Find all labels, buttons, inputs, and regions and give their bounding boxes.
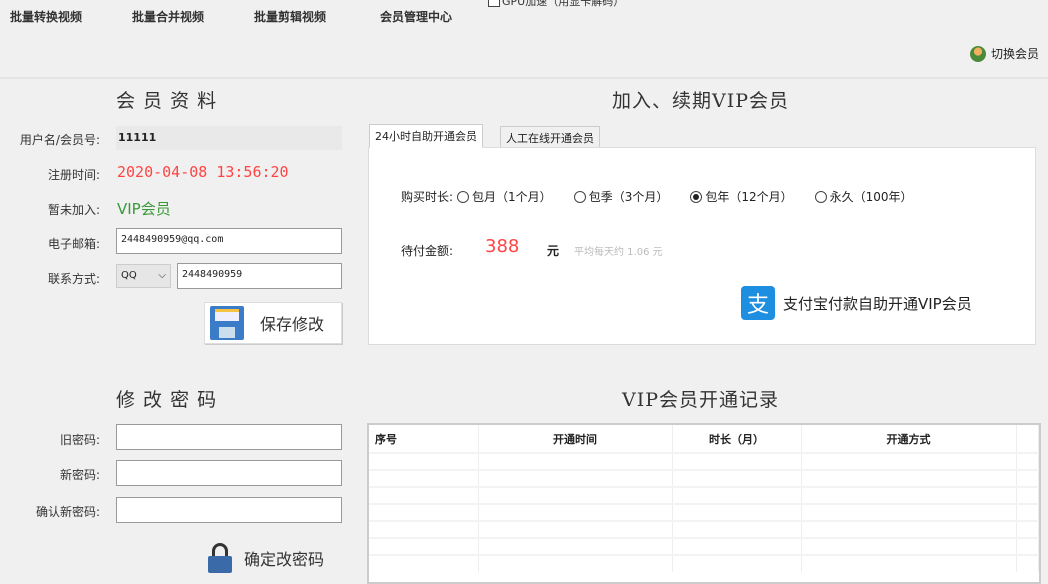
gpu-label: GPU加速（用显卡解码） [502, 0, 625, 8]
table-row [369, 503, 1039, 521]
status-label: 暂未加入: [47, 203, 100, 217]
reg-time-label: 注册时间: [47, 168, 100, 182]
new-password-label: 新密码: [59, 468, 100, 482]
option-label: 永久（100年） [829, 190, 913, 204]
option-label: 包月（1个月） [472, 190, 552, 204]
old-password-label: 旧密码: [59, 433, 100, 447]
confirm-password-input[interactable] [116, 497, 342, 523]
contact-type-select[interactable]: QQ ⌵ [116, 264, 171, 288]
profile-title: 会 员 资 料 [116, 90, 218, 112]
alipay-label: 支付宝付款自助开通VIP会员 [783, 294, 972, 313]
column-method[interactable]: 开通方式 [801, 425, 1017, 453]
daily-average: 平均每天约 1.06 元 [574, 247, 663, 258]
option-yearly[interactable]: 包年（12个月） [690, 188, 793, 205]
menu-batch-merge[interactable]: 批量合并视频 [132, 8, 204, 25]
option-label: 包年（12个月） [705, 190, 793, 204]
table-row [369, 469, 1039, 487]
amount-label: 待付金额: [401, 244, 454, 258]
column-time[interactable]: 开通时间 [478, 425, 673, 453]
gpu-checkbox[interactable]: GPU加速（用显卡解码） [488, 0, 624, 9]
table-row [369, 537, 1039, 555]
radio-icon[interactable] [457, 190, 470, 203]
table-row [369, 554, 1039, 572]
contact-label: 联系方式: [47, 272, 100, 286]
radio-icon[interactable] [573, 190, 586, 203]
amount-unit: 元 [547, 244, 560, 258]
amount-value: 388 [485, 236, 520, 257]
column-index[interactable]: 序号 [369, 425, 479, 453]
alipay-icon: 支 [741, 286, 775, 320]
checkbox-box[interactable] [488, 0, 500, 7]
chevron-down-icon: ⌵ [158, 270, 166, 281]
radio-selected-icon[interactable] [690, 190, 703, 203]
vip-title: 加入、续期VIP会员 [612, 90, 790, 112]
email-label: 电子邮箱: [47, 237, 100, 251]
save-label: 保存修改 [260, 315, 325, 334]
contact-input[interactable]: 2448490959 [177, 263, 342, 289]
table-row [369, 452, 1039, 470]
alipay-button[interactable]: 支 支付宝付款自助开通VIP会员 [741, 286, 972, 320]
tab-self-service[interactable]: 24小时自助开通会员 [369, 124, 483, 148]
lock-icon [208, 543, 232, 573]
save-button[interactable]: 保存修改 [204, 302, 342, 344]
divider [0, 77, 1048, 79]
tab-manual[interactable]: 人工在线开通会员 [500, 126, 600, 148]
contact-type-value: QQ [121, 270, 137, 281]
change-password-label: 确定改密码 [244, 550, 325, 569]
duration-options: 购买时长: 包月（1个月） 包季（3个月） 包年（12个月） 永久（100年） [401, 188, 935, 205]
option-lifetime[interactable]: 永久（100年） [814, 188, 913, 205]
password-title: 修 改 密 码 [116, 389, 218, 411]
menu-member-center[interactable]: 会员管理中心 [380, 8, 452, 25]
old-password-input[interactable] [116, 424, 342, 450]
table-row [369, 520, 1039, 538]
menu-batch-clip[interactable]: 批量剪辑视频 [254, 8, 326, 25]
option-monthly[interactable]: 包月（1个月） [457, 188, 552, 205]
status-value: VIP会员 [117, 200, 171, 218]
username-value: 11111 [116, 126, 342, 150]
menu-batch-convert[interactable]: 批量转换视频 [10, 8, 82, 25]
new-password-input[interactable] [116, 460, 342, 486]
records-table[interactable]: 序号 开通时间 时长（月） 开通方式 [367, 423, 1041, 584]
option-label: 包季（3个月） [588, 190, 669, 204]
table-header: 序号 开通时间 时长（月） 开通方式 [369, 425, 1039, 453]
email-input[interactable]: 2448490959@qq.com [116, 228, 342, 254]
table-row [369, 486, 1039, 504]
user-icon [970, 45, 986, 62]
vip-panel: 购买时长: 包月（1个月） 包季（3个月） 包年（12个月） 永久（100年） … [368, 147, 1036, 345]
reg-time-value: 2020-04-08 13:56:20 [117, 163, 289, 181]
column-duration[interactable]: 时长（月） [672, 425, 802, 453]
switch-member-label: 切换会员 [991, 47, 1040, 61]
change-password-button[interactable]: 确定改密码 [204, 537, 342, 579]
duration-label: 购买时长: [401, 190, 454, 204]
confirm-password-label: 确认新密码: [35, 505, 100, 519]
radio-icon[interactable] [814, 190, 827, 203]
column-extra [1016, 425, 1039, 453]
records-title: VIP会员开通记录 [622, 389, 780, 411]
option-quarterly[interactable]: 包季（3个月） [573, 188, 669, 205]
username-label: 用户名/会员号: [19, 133, 100, 147]
floppy-disk-icon [210, 306, 244, 340]
switch-member-button[interactable]: 切换会员 [970, 45, 1039, 62]
